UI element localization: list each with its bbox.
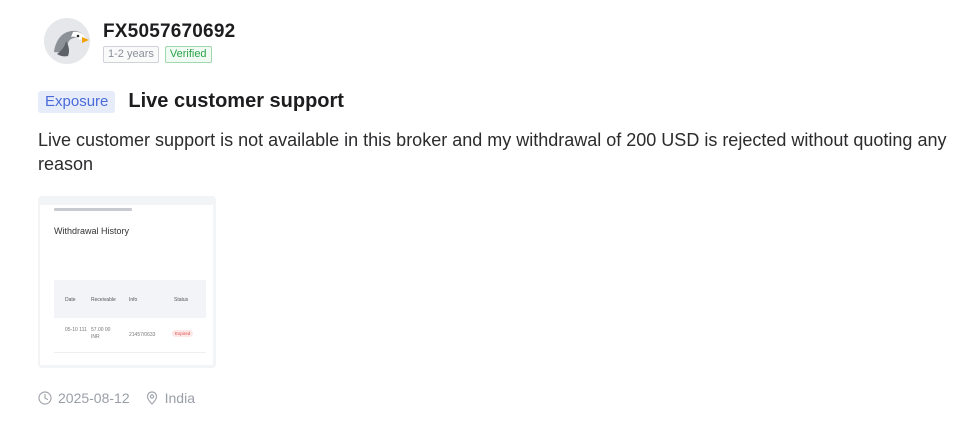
attachment-col-receivable: Receivable — [91, 297, 116, 303]
attachment-table-header: Date Receivable Info Status — [54, 280, 206, 318]
eagle-avatar-icon[interactable] — [44, 18, 90, 64]
attachment-cell-info: 21457/0633 — [129, 332, 156, 338]
attachment-status-badge: Expired — [172, 330, 194, 337]
attachment-col-date: Date — [65, 297, 76, 303]
post-title: Live customer support — [128, 90, 344, 112]
post-location: India — [164, 390, 195, 406]
attachment-title: Withdrawal History — [54, 226, 130, 236]
tenure-badge: 1-2 years — [103, 46, 159, 63]
post-body: Live customer support is not available i… — [38, 130, 947, 174]
post-title-row: Exposure Live customer support — [38, 90, 344, 113]
attachment-divider — [54, 352, 206, 353]
user-badges: 1-2 years Verified — [103, 46, 235, 63]
attachment-col-info: Info — [129, 297, 138, 303]
review-header: FX5057670692 1-2 years Verified — [44, 18, 235, 64]
exposure-tag[interactable]: Exposure — [38, 90, 116, 113]
attachment-screenshot: Withdrawal History Date Receivable Info … — [40, 205, 213, 365]
verified-badge: Verified — [164, 46, 212, 63]
attachment-cell-receivable: 57.00 00 INR — [91, 327, 111, 340]
post-footer: 2025-08-12 India — [38, 390, 195, 406]
attachment-topbar — [54, 208, 132, 211]
attachment-thumbnail[interactable]: Withdrawal History Date Receivable Info … — [38, 196, 216, 368]
post-date: 2025-08-12 — [58, 390, 130, 406]
attachment-cell-date: 05-10 111 — [65, 327, 87, 333]
attachment-col-status: Status — [174, 297, 189, 303]
clock-icon — [38, 391, 52, 405]
username[interactable]: FX5057670692 — [103, 21, 235, 43]
location-pin-icon — [145, 391, 159, 405]
user-meta: FX5057670692 1-2 years Verified — [103, 21, 235, 63]
